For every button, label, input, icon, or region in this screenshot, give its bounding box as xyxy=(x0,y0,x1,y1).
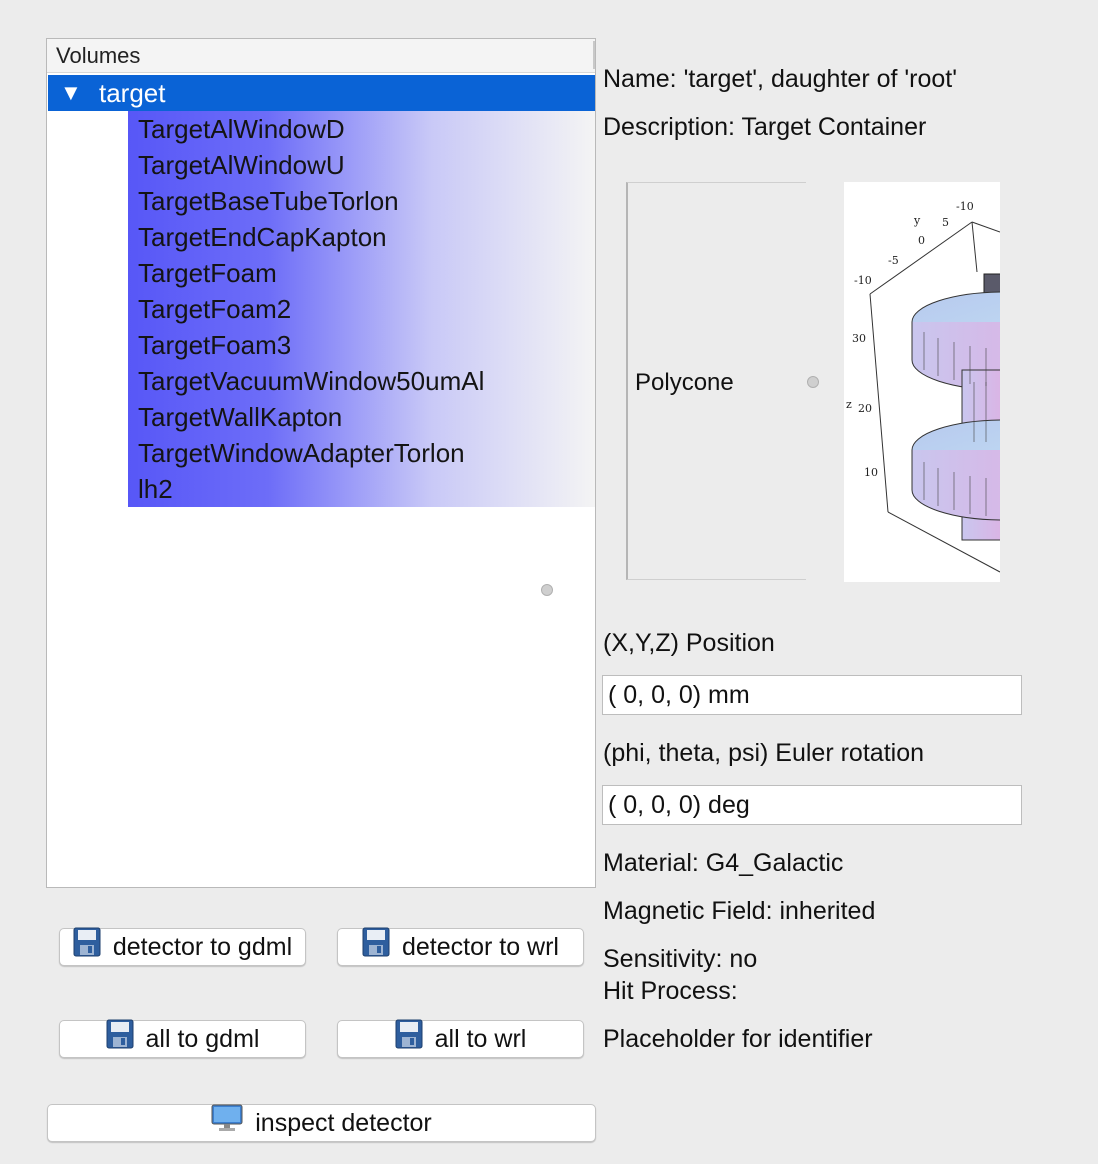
button-label: detector to wrl xyxy=(401,933,559,961)
tree-item[interactable]: TargetEndCapKapton xyxy=(128,219,595,255)
inspect-detector-button[interactable]: inspect detector xyxy=(47,1104,596,1142)
y-axis-tick: 5 xyxy=(942,216,949,229)
x-axis-tick: -10 xyxy=(854,274,872,287)
z-axis-title: z xyxy=(846,398,852,411)
all-to-gdml-button[interactable]: all to gdml xyxy=(59,1019,306,1059)
detector-to-wrl-button[interactable]: detector to wrl xyxy=(337,927,584,967)
tree-item[interactable]: TargetFoam3 xyxy=(128,327,595,363)
tree-item[interactable]: TargetVacuumWindow50umAl xyxy=(128,363,595,399)
y-axis-title: y xyxy=(913,214,921,227)
tree-header-label: Volumes xyxy=(56,43,141,68)
monitor-icon xyxy=(211,1104,243,1142)
splitter-handle[interactable] xyxy=(807,376,819,388)
tree-item[interactable]: TargetAlWindowD xyxy=(128,111,595,147)
tree-item[interactable]: TargetBaseTubeTorlon xyxy=(128,183,595,219)
tree-item[interactable]: TargetAlWindowU xyxy=(128,147,595,183)
tree-item[interactable]: TargetFoam2 xyxy=(128,291,595,327)
shape-panel: Polycone xyxy=(626,182,806,580)
position-label: (X,Y,Z) Position xyxy=(603,629,775,657)
z-axis-tick: 10 xyxy=(864,466,878,479)
shape-type-label: Polycone xyxy=(635,369,734,396)
button-label: all to wrl xyxy=(434,1025,527,1053)
tree-item[interactable]: TargetWallKapton xyxy=(128,399,595,435)
z-axis-tick: 20 xyxy=(858,402,872,415)
magnetic-field-label: Magnetic Field: inherited xyxy=(603,897,876,925)
rotation-field[interactable]: ( 0, 0, 0) deg xyxy=(602,785,1022,825)
tree-children: TargetAlWindowD TargetAlWindowU TargetBa… xyxy=(128,111,595,507)
header-separator xyxy=(593,41,595,69)
volume-description: Description: Target Container xyxy=(603,113,927,141)
save-disk-icon xyxy=(106,1019,134,1059)
x-axis-tick: -10 xyxy=(956,200,974,213)
button-label: detector to gdml xyxy=(112,933,293,961)
sensitivity-label: Sensitivity: no xyxy=(603,945,758,973)
splitter-handle[interactable] xyxy=(541,584,553,596)
tree-item-target[interactable]: ▼ target xyxy=(48,75,595,111)
polycone-image: -10 y 5 0 -5 -10 30 z 20 10 xyxy=(844,182,1000,582)
all-to-wrl-button[interactable]: all to wrl xyxy=(337,1019,584,1059)
identifier-label: Placeholder for identifier xyxy=(603,1025,873,1053)
save-disk-icon xyxy=(73,927,101,967)
tree-header: Volumes xyxy=(47,39,595,73)
rotation-label: (phi, theta, psi) Euler rotation xyxy=(603,739,924,767)
tree-item-label: target xyxy=(99,78,166,108)
volumes-tree[interactable]: Volumes ▼ target TargetAlWindowD TargetA… xyxy=(46,38,596,888)
y-axis-tick: 0 xyxy=(918,234,925,247)
material-label: Material: G4_Galactic xyxy=(603,849,844,877)
save-disk-icon xyxy=(395,1019,423,1059)
detector-to-gdml-button[interactable]: detector to gdml xyxy=(59,927,306,967)
tree-item[interactable]: lh2 xyxy=(128,471,595,507)
tree-item[interactable]: TargetWindowAdapterTorlon xyxy=(128,435,595,471)
tree-item[interactable]: TargetFoam xyxy=(128,255,595,291)
z-axis-tick: 30 xyxy=(852,332,866,345)
volume-name: Name: 'target', daughter of 'root' xyxy=(603,65,958,93)
button-label: inspect detector xyxy=(255,1109,432,1137)
position-field[interactable]: ( 0, 0, 0) mm xyxy=(602,675,1022,715)
button-label: all to gdml xyxy=(145,1025,260,1053)
save-disk-icon xyxy=(362,927,390,967)
y-axis-tick: -5 xyxy=(888,254,899,267)
expanded-triangle-icon[interactable]: ▼ xyxy=(60,75,82,111)
hit-process-label: Hit Process: xyxy=(603,977,738,1005)
